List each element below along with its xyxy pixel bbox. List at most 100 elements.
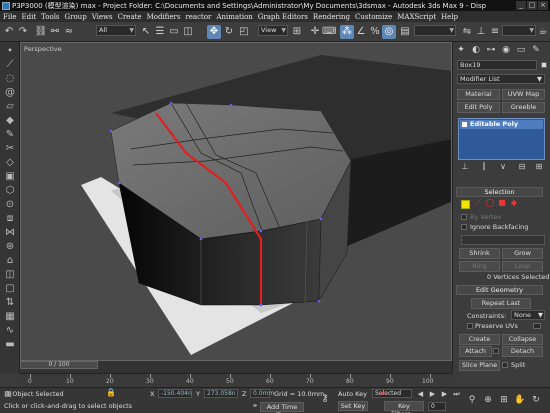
attach-settings-icon[interactable] (493, 348, 499, 354)
split-checkbox[interactable] (502, 362, 508, 368)
time-slider[interactable]: 0 / 100 (20, 361, 98, 369)
select-manipulate-icon[interactable]: ✛ (308, 25, 322, 39)
rectangular-selection-icon[interactable]: ▭ (167, 25, 181, 39)
angle-snap-icon[interactable]: ∠ (354, 25, 368, 39)
object-color-swatch[interactable] (541, 62, 547, 68)
weld-icon[interactable]: ⊙ (3, 198, 17, 211)
hierarchy-tab-icon[interactable]: ⊶ (485, 44, 497, 56)
modify-tab-icon[interactable]: ◐ (470, 44, 482, 56)
stack-item-editable-poly[interactable]: Editable Poly (460, 120, 543, 129)
key-icon[interactable]: ⚷ (318, 393, 332, 405)
goto-start-icon[interactable]: ⏮ (378, 390, 387, 399)
prev-frame-icon[interactable]: ◀ (416, 390, 425, 399)
key-filters-button[interactable]: Key Filters... (384, 401, 424, 413)
preserve-uvs-settings-icon[interactable] (533, 323, 541, 329)
menu-maxscript[interactable]: MAXScript (397, 13, 436, 21)
select-by-name-icon[interactable]: ☰ (153, 25, 167, 39)
x-coordinate-field[interactable]: -150.404n (158, 389, 192, 398)
ignore-backfacing-checkbox[interactable] (461, 224, 467, 230)
edge-icon[interactable]: ⟋ (3, 58, 17, 71)
polygon-icon[interactable]: ▱ (3, 100, 17, 113)
extrude-icon[interactable]: ▣ (3, 170, 17, 183)
element-icon[interactable]: ◆ (3, 114, 17, 127)
named-selection-icon[interactable]: ▤ (398, 25, 412, 39)
border-icon[interactable]: ◌ (3, 72, 17, 85)
loop-button[interactable]: Loop (502, 261, 543, 272)
render-type-dropdown[interactable]: ▼ (502, 25, 536, 36)
greeble-button[interactable]: Greeble (502, 102, 545, 113)
current-frame-field[interactable]: 0 (428, 402, 446, 411)
polygon-level-icon[interactable]: ■ (497, 197, 507, 209)
show-end-result-icon[interactable]: ⫿ (478, 162, 490, 172)
zoom-extents-icon[interactable]: ⊞ (498, 394, 510, 406)
z-coordinate-field[interactable]: 0.0mm (250, 389, 274, 398)
menu-animation[interactable]: Animation (216, 13, 252, 21)
configure-modifier-sets-icon[interactable]: ⊞ (533, 162, 545, 172)
auto-key-label[interactable]: Auto Key (338, 390, 367, 398)
make-planar-icon[interactable]: ▬ (3, 338, 17, 351)
vertex-level-icon[interactable] (461, 200, 470, 209)
selection-rollout-header[interactable]: Selection (456, 187, 543, 197)
undo-icon[interactable]: ↶ (2, 25, 16, 39)
zoom-icon[interactable]: ⚲ (466, 394, 478, 406)
vertex-icon[interactable]: ∙ (3, 44, 17, 57)
preserve-uvs-checkbox[interactable] (467, 323, 473, 329)
pin-stack-icon[interactable]: ⊥ (459, 162, 471, 172)
edit-poly-button[interactable]: Edit Poly (457, 102, 500, 113)
ring-button[interactable]: Ring (459, 261, 500, 272)
selection-filter-dropdown[interactable]: All ▼ (96, 25, 136, 36)
bevel-icon[interactable]: ⬡ (3, 184, 17, 197)
menu-views[interactable]: Views (92, 13, 113, 21)
select-and-rotate-icon[interactable]: ↻ (222, 25, 236, 39)
grow-button[interactable]: Grow (502, 248, 543, 259)
keyboard-shortcut-icon[interactable]: ⌨ (322, 25, 336, 39)
select-and-move-icon[interactable]: ✥ (207, 25, 221, 39)
arc-rotate-icon[interactable]: ↻ (530, 394, 542, 406)
menu-group[interactable]: Group (65, 13, 87, 21)
time-slider-track[interactable]: 0 / 100 (20, 361, 452, 373)
link-icon[interactable]: ⛓ (34, 25, 48, 39)
shrink-button[interactable]: Shrink (459, 248, 500, 259)
set-key-button[interactable]: Set Key (338, 401, 368, 411)
bridge-icon[interactable]: ⧈ (3, 212, 17, 225)
maximize-button[interactable]: □ (527, 1, 537, 10)
unlink-icon[interactable]: ⚯ (48, 25, 62, 39)
select-and-scale-icon[interactable]: ◰ (237, 25, 251, 39)
close-button[interactable]: × (538, 1, 548, 10)
pivot-center-icon[interactable]: ⊞ (290, 25, 304, 39)
connect-icon[interactable]: ⋈ (3, 226, 17, 239)
element-level-icon[interactable]: ◆ (509, 197, 519, 209)
relax-icon[interactable]: ∿ (3, 324, 17, 337)
menu-graph-editors[interactable]: Graph Editors (258, 13, 308, 21)
constraints-dropdown[interactable]: None ▼ (511, 310, 545, 320)
object-name-field[interactable]: Box19 (457, 60, 537, 70)
inset-icon[interactable]: ◫ (3, 268, 17, 281)
edge-level-icon[interactable]: ⟋ (473, 197, 483, 209)
layer-manager-icon[interactable]: ≡ (488, 25, 502, 39)
pan-icon[interactable]: ✋ (514, 394, 526, 406)
minimize-button[interactable]: _ (516, 1, 526, 10)
y-coordinate-field[interactable]: 273.058n (204, 389, 238, 398)
modifier-stack[interactable]: Editable Poly (458, 118, 545, 160)
chamfer-icon[interactable]: ◇ (3, 156, 17, 169)
goto-end-icon[interactable]: ⏭ (452, 390, 461, 399)
display-tab-icon[interactable]: ▭ (515, 44, 527, 56)
window-crossing-icon[interactable]: ◫ (181, 25, 195, 39)
snaps-toggle-icon[interactable]: ⁂ (340, 25, 354, 39)
border-level-icon[interactable]: ◯ (485, 197, 495, 209)
percent-snap-icon[interactable]: % (368, 25, 382, 39)
spinner-snap-icon[interactable]: ◎ (382, 25, 396, 39)
zoom-all-icon[interactable]: ⊕ (482, 394, 494, 406)
next-frame-icon[interactable]: ▶ (440, 390, 449, 399)
modifier-list-dropdown[interactable]: Modifier List ▼ (457, 74, 545, 84)
detach-button[interactable]: Detach (502, 346, 543, 357)
select-object-icon[interactable]: ↖ (139, 25, 153, 39)
collapse-button[interactable]: Collapse (502, 334, 543, 345)
make-unique-icon[interactable]: ∨ (497, 162, 509, 172)
wrench-icon[interactable]: ✎ (3, 128, 17, 141)
perspective-viewport[interactable]: Perspective (20, 42, 452, 361)
redo-icon[interactable]: ↷ (16, 25, 30, 39)
target-weld-icon[interactable]: ⊛ (3, 240, 17, 253)
named-selection-dropdown[interactable]: ▼ (414, 25, 456, 36)
mirror-icon[interactable]: ⇋ (460, 25, 474, 39)
